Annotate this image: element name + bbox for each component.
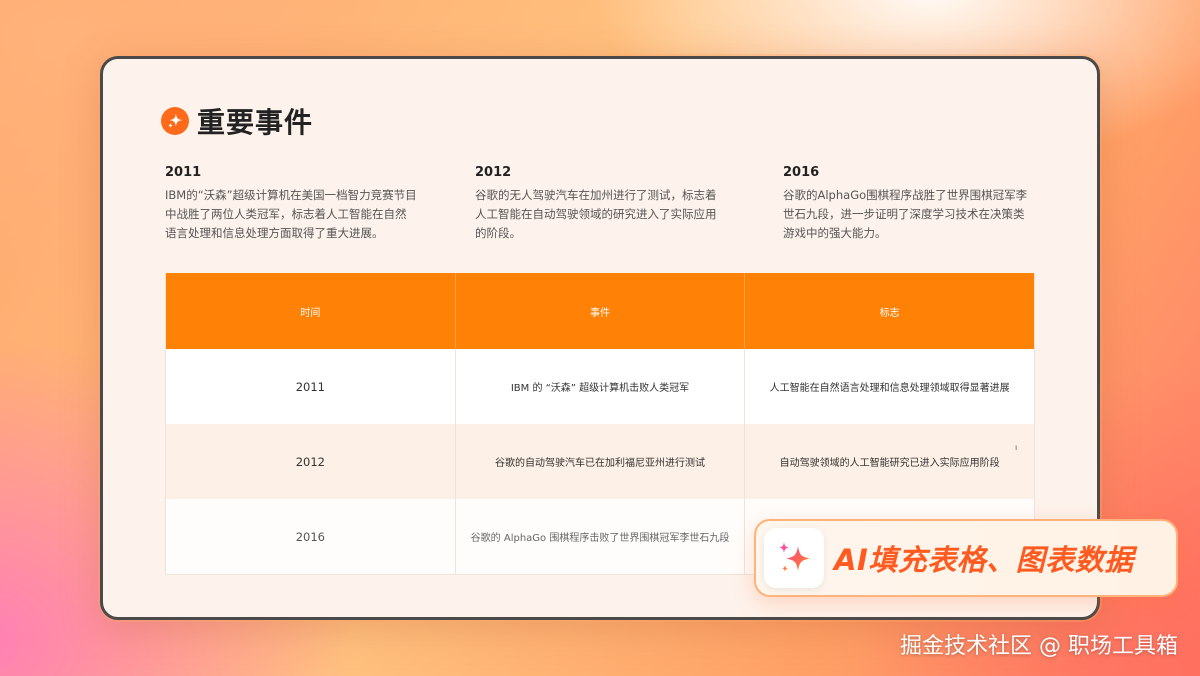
event-2016: 2016 谷歌的AlphaGo围棋程序战胜了世界围棋冠军李世石九段，进一步证明了…	[783, 165, 1035, 243]
page-title: 重要事件	[197, 106, 314, 139]
table-row: 2011 IBM 的 “沃森” 超级计算机击败人类冠军 人工智能在自然语言处理和…	[166, 349, 1034, 424]
table-cell-event: 谷歌的 AlphaGo 围棋程序击败了世界围棋冠军李世石九段	[456, 499, 746, 574]
event-description: 谷歌的无人驾驶汽车在加州进行了测试，标志着人工智能在自动驾驶领域的研究进入了实际…	[475, 188, 717, 240]
section-header: 重要事件	[161, 101, 313, 141]
table-header-row: 时间 事件 标志	[166, 273, 1034, 349]
table-cell-milestone: 人工智能在自然语言处理和信息处理领域取得显著进展	[769, 383, 1010, 394]
table-cell-event: IBM 的 “沃森” 超级计算机击败人类冠军	[456, 349, 746, 424]
cursor-mark: ı	[1015, 443, 1018, 452]
column-header-event: 事件	[456, 273, 746, 349]
event-description: 谷歌的AlphaGo围棋程序战胜了世界围棋冠军李世石九段，进一步证明了深度学习技…	[783, 188, 1028, 240]
event-2011: 2011 IBM的“沃森”超级计算机在美国一档智力竞赛节目中战胜了两位人类冠军，…	[165, 165, 417, 243]
ai-fill-badge: AI填充表格、图表数据	[754, 519, 1178, 597]
table-cell-time: 2016	[166, 499, 456, 574]
table-cell-event: 谷歌的自动驾驶汽车已在加利福尼亚州进行测试	[456, 424, 746, 499]
sparkle-icon	[161, 107, 189, 135]
table-row: 2012 谷歌的自动驾驶汽车已在加利福尼亚州进行测试 自动驾驶领域的人工智能研究…	[166, 424, 1034, 499]
event-description: IBM的“沃森”超级计算机在美国一档智力竞赛节目中战胜了两位人类冠军，标志着人工…	[165, 188, 417, 240]
watermark: 掘金技术社区 @ 职场工具箱	[900, 634, 1178, 659]
table-cell-time: 2011	[166, 349, 456, 424]
event-year: 2012	[475, 165, 512, 180]
column-header-milestone: 标志	[879, 307, 900, 319]
event-2012: 2012 谷歌的无人驾驶汽车在加州进行了测试，标志着人工智能在自动驾驶领域的研究…	[475, 165, 727, 243]
ai-fill-label: AI填充表格、图表数据	[834, 543, 1134, 577]
table-cell-time: 2012	[166, 424, 456, 499]
column-header-time: 时间	[166, 273, 456, 349]
event-year: 2016	[783, 165, 820, 180]
sparkle-icon	[764, 528, 824, 588]
event-year: 2011	[165, 165, 202, 180]
table-cell-milestone: 自动驾驶领域的人工智能研究已进入实际应用阶段	[779, 458, 1000, 469]
